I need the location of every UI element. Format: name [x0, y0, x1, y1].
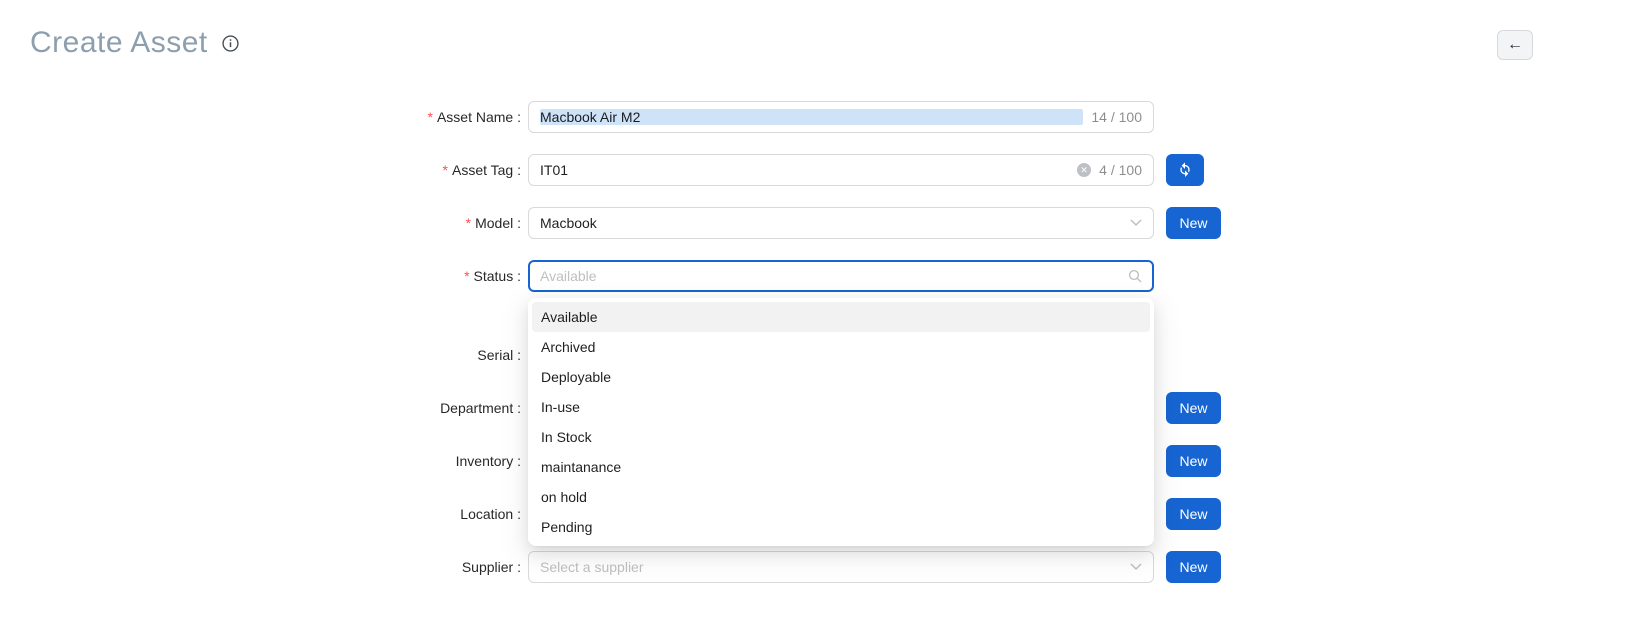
supplier-select[interactable]: Select a supplier — [528, 551, 1154, 583]
clear-icon[interactable]: ✕ — [1077, 163, 1091, 177]
dropdown-option-deployable[interactable]: Deployable — [532, 362, 1150, 392]
location-label-text: Location : — [460, 506, 521, 522]
status-label: * Status : — [0, 260, 521, 292]
status-select[interactable]: Available — [528, 260, 1154, 292]
new-inventory-button[interactable]: New — [1166, 445, 1221, 477]
status-dropdown: Available Archived Deployable In-use In … — [528, 298, 1154, 546]
field-row-supplier: Supplier : Select a supplier New — [0, 551, 1649, 583]
supplier-label-text: Supplier : — [462, 559, 521, 575]
inventory-label-text: Inventory : — [456, 453, 521, 469]
inventory-label: Inventory : — [0, 445, 521, 477]
field-row-asset-tag: *Asset Tag : IT01 ✕ 4 / 100 — [0, 154, 1649, 186]
new-department-button[interactable]: New — [1166, 392, 1221, 424]
required-asterisk: * — [428, 109, 433, 125]
dropdown-option-maintanance[interactable]: maintanance — [532, 452, 1150, 482]
model-select[interactable]: Macbook — [528, 207, 1154, 239]
dropdown-option-in-stock[interactable]: In Stock — [532, 422, 1150, 452]
new-model-button[interactable]: New — [1166, 207, 1221, 239]
asset-tag-counter: 4 / 100 — [1099, 162, 1142, 178]
info-icon[interactable] — [222, 35, 239, 52]
model-label-text: Model : — [475, 215, 521, 231]
serial-label: Serial : — [0, 339, 521, 371]
chevron-down-icon — [1130, 219, 1142, 227]
model-value: Macbook — [540, 215, 1122, 231]
field-row-model: *Model : Macbook New — [0, 207, 1649, 239]
asset-tag-label-text: Asset Tag : — [452, 162, 521, 178]
asset-name-counter: 14 / 100 — [1091, 109, 1142, 125]
required-asterisk: * — [466, 215, 471, 231]
refresh-icon — [1177, 161, 1193, 180]
chevron-down-icon — [1130, 563, 1142, 571]
location-label: Location : — [0, 498, 521, 530]
supplier-placeholder: Select a supplier — [540, 559, 1122, 575]
search-icon — [1128, 269, 1142, 283]
back-arrow-icon: ← — [1507, 36, 1523, 54]
dropdown-option-pending[interactable]: Pending — [532, 512, 1150, 542]
department-label-text: Department : — [440, 400, 521, 416]
supplier-label: Supplier : — [0, 551, 521, 583]
model-label: *Model : — [0, 207, 521, 239]
asset-tag-input[interactable]: IT01 ✕ 4 / 100 — [528, 154, 1154, 186]
status-placeholder: Available — [540, 268, 1120, 284]
back-button[interactable]: ← — [1497, 30, 1533, 60]
asset-name-label: *Asset Name : — [0, 101, 521, 133]
status-label-text: Status : — [474, 268, 521, 284]
asset-name-value: Macbook Air M2 — [540, 109, 1083, 125]
asset-name-input[interactable]: Macbook Air M2 14 / 100 — [528, 101, 1154, 133]
new-location-button[interactable]: New — [1166, 498, 1221, 530]
dropdown-option-archived[interactable]: Archived — [532, 332, 1150, 362]
serial-label-text: Serial : — [477, 347, 521, 363]
new-supplier-button[interactable]: New — [1166, 551, 1221, 583]
dropdown-option-in-use[interactable]: In-use — [532, 392, 1150, 422]
asset-tag-value: IT01 — [540, 162, 1069, 178]
asset-tag-label: *Asset Tag : — [0, 154, 521, 186]
required-asterisk: * — [464, 268, 469, 284]
generate-tag-button[interactable] — [1166, 154, 1204, 186]
field-row-asset-name: *Asset Name : Macbook Air M2 14 / 100 — [0, 101, 1649, 133]
page-title: Create Asset — [30, 26, 208, 60]
dropdown-option-on-hold[interactable]: on hold — [532, 482, 1150, 512]
dropdown-option-available[interactable]: Available — [532, 302, 1150, 332]
department-label: Department : — [0, 392, 521, 424]
asset-name-label-text: Asset Name : — [437, 109, 521, 125]
create-asset-page: Create Asset ← *Asset Name : Macbook Air… — [0, 0, 1649, 628]
page-header: Create Asset — [30, 26, 239, 60]
field-row-status: * Status : Available — [0, 260, 1649, 292]
required-asterisk: * — [443, 162, 448, 178]
